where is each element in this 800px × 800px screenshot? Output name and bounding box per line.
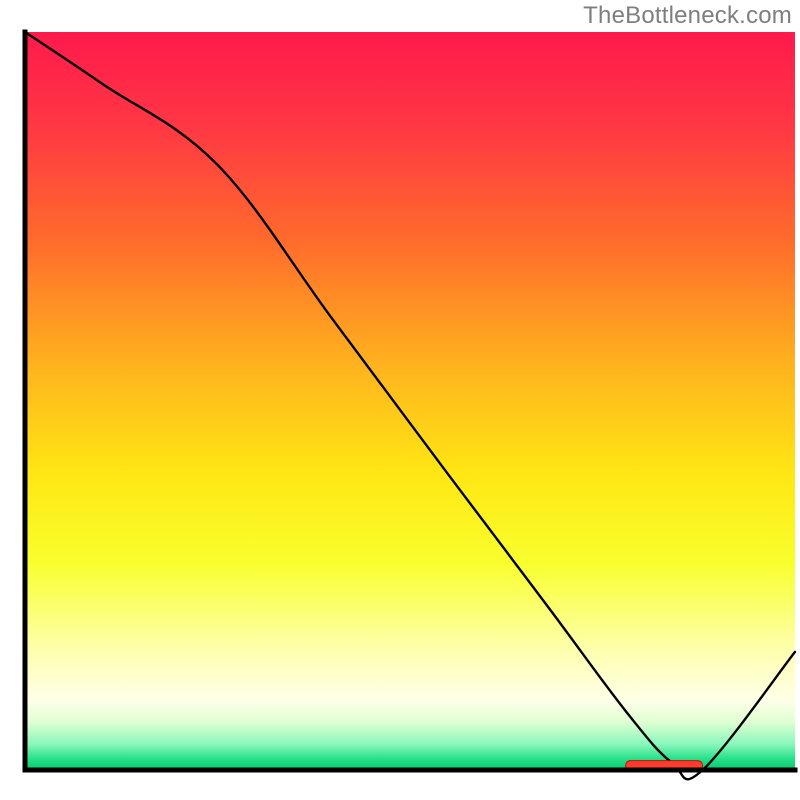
plot-background [25,32,795,770]
chart-canvas [0,0,800,800]
